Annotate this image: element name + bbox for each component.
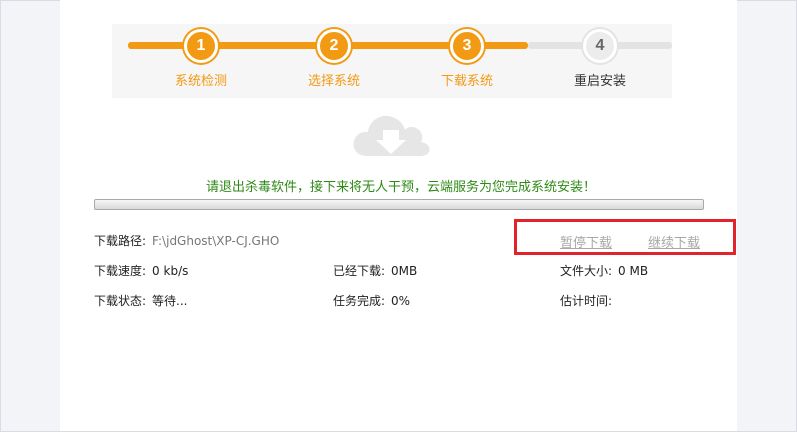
downloaded-value: 0MB	[391, 264, 418, 278]
step-3-label: 下载系统	[440, 74, 493, 89]
estimated-time-row: 估计时间:	[560, 292, 618, 309]
file-size-row: 文件大小: 0 MB	[560, 262, 648, 279]
install-stepper: 1 系统检测 2 选择系统 3 下载系统 4 重启安装	[112, 24, 672, 98]
download-speed-row: 下载速度: 0 kb/s	[94, 262, 188, 279]
antivirus-warning-message: 请退出杀毒软件，接下来将无人干预，云端服务为您完成系统安装！	[205, 180, 596, 195]
step-4-label: 重启安装	[573, 74, 626, 89]
pause-download-button[interactable]: 暂停下载	[560, 232, 612, 251]
task-complete-row: 任务完成: 0%	[333, 292, 410, 309]
download-progress-bar	[94, 199, 704, 210]
download-status-label: 下载状态:	[94, 294, 147, 308]
step-1-circle: 1	[184, 29, 218, 63]
step-3-circle: 3	[450, 29, 484, 63]
download-status-value: 等待...	[152, 294, 188, 308]
step-2-label: 选择系统	[307, 74, 360, 89]
step-2-circle: 2	[317, 29, 351, 63]
download-speed-value: 0 kb/s	[152, 264, 189, 278]
file-size-label: 文件大小:	[560, 264, 613, 278]
downloaded-label: 已经下载:	[333, 264, 386, 278]
download-speed-label: 下载速度:	[94, 264, 147, 278]
step-1-label: 系统检测	[174, 74, 227, 89]
task-complete-value: 0%	[391, 294, 411, 308]
file-size-value: 0 MB	[618, 264, 649, 278]
resume-download-button[interactable]: 继续下载	[648, 232, 700, 251]
cloud-download-icon	[353, 115, 430, 156]
task-complete-label: 任务完成:	[333, 294, 386, 308]
download-path-value: F:\jdGhost\XP-CJ.GHO	[152, 234, 280, 248]
download-path-label: 下载路径:	[94, 234, 147, 248]
download-path-row: 下载路径: F:\jdGhost\XP-CJ.GHO	[94, 232, 279, 249]
downloaded-row: 已经下载: 0MB	[333, 262, 417, 279]
highlight-box	[514, 219, 736, 255]
step-4-circle: 4	[583, 29, 617, 63]
download-status-row: 下载状态: 等待...	[94, 292, 188, 309]
estimated-time-label: 估计时间:	[560, 294, 613, 308]
